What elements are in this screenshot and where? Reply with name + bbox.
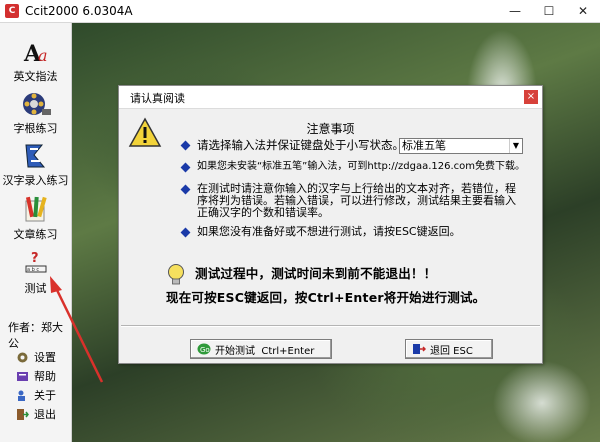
test-question-icon: ? a b c [25, 251, 46, 273]
svg-text:a b c: a b c [27, 267, 39, 273]
start-test-label: 开始测试 Ctrl+Enter [215, 345, 315, 357]
english-aa-icon: A a [23, 41, 48, 67]
menu-item-about[interactable]: 关于 [16, 387, 56, 403]
sidebar-item-label: 英文指法 [13, 70, 58, 83]
notice-dialog: 请认真阅读 × 注意事项 请选择输入法并保证键盘处于小写状态。 标准五笔 ▼ 如… [118, 85, 543, 364]
svg-text:?: ? [31, 251, 39, 266]
bullet-icon [180, 162, 191, 173]
menu-item-label: 退出 [34, 408, 56, 421]
chinese-input-icon [24, 144, 45, 168]
menu-item-exit[interactable]: 退出 [16, 406, 56, 422]
sidebar-item-chinese-input[interactable]: 汉字录入练习 [0, 141, 71, 188]
dialog-title: 请认真阅读 [130, 92, 185, 105]
start-icon: Go [197, 343, 211, 355]
warning-line-1: 测试过程中，测试时间未到前不能退出！！ [195, 266, 437, 281]
window-controls: — ☐ ✕ [498, 0, 600, 22]
minimize-button[interactable]: — [498, 0, 532, 22]
author-label: 作者：郑大公 [8, 321, 63, 350]
sidebar-item-test[interactable]: ? a b c 测试 [0, 249, 71, 296]
about-icon [18, 390, 25, 401]
menu-item-label: 帮助 [34, 370, 56, 383]
sidebar-item-article[interactable]: 文章练习 [0, 195, 71, 242]
sidebar-item-radical[interactable]: 字根练习 [0, 89, 71, 136]
warning-line-2: 现在可按ESC键返回，按Ctrl+Enter将开始进行测试。 [166, 290, 486, 305]
input-method-value: 标准五笔 [402, 139, 446, 152]
back-label: 退回 ESC [430, 345, 473, 357]
menu-item-help[interactable]: 帮助 [16, 368, 56, 384]
lightbulb-icon [168, 264, 184, 285]
bullet-icon [180, 227, 191, 238]
maximize-button[interactable]: ☐ [532, 0, 566, 22]
svg-text:a: a [38, 46, 48, 65]
menu-item-settings[interactable]: 设置 [16, 349, 56, 365]
notice-item: 在测试时请注意你输入的汉字与上行给出的文本对齐，若错位，程序将判为错误。若输入错… [197, 182, 516, 219]
close-button[interactable]: ✕ [566, 0, 600, 22]
film-reel-icon [22, 93, 51, 115]
sidebar-item-label: 文章练习 [13, 228, 58, 241]
sidebar-item-english[interactable]: A a 英文指法 [0, 37, 71, 84]
bullet-icon [180, 184, 191, 195]
pencils-icon [25, 196, 47, 222]
svg-text:Go: Go [200, 346, 210, 354]
help-book-icon [17, 371, 28, 381]
gear-icon [17, 352, 28, 362]
back-button[interactable]: 退回 ESC [405, 339, 493, 359]
sidebar-item-label: 字根练习 [13, 122, 58, 135]
sidebar-item-label: 汉字录入练习 [2, 174, 69, 187]
start-test-button[interactable]: Go 开始测试 Ctrl+Enter [190, 339, 332, 359]
back-door-icon [413, 344, 426, 354]
menu-item-label: 设置 [34, 351, 56, 364]
notice-item: 如果您没有准备好或不想进行测试，请按ESC键返回。 [197, 225, 461, 238]
window-title: Ccit2000 6.0304A [25, 4, 133, 18]
menu-item-label: 关于 [34, 389, 56, 402]
notice-item: 请选择输入法并保证键盘处于小写状态。 [197, 138, 404, 152]
app-icon: C [5, 4, 19, 18]
title-bar: C Ccit2000 6.0304A — ☐ ✕ [0, 0, 600, 23]
exit-icon [17, 408, 29, 420]
notice-item: 如果您未安装“标准五笔”输入法，可到http://zdgaa.126.com免费… [197, 161, 525, 172]
dialog-close-button[interactable]: × [524, 90, 538, 104]
dialog-divider [121, 325, 540, 327]
input-method-select[interactable]: 标准五笔 ▼ [399, 138, 523, 154]
bullet-icon [180, 140, 191, 151]
sidebar: A a 英文指法 字根练习 汉字录入练习 文章练习 ? a b c 测试 作者：… [0, 23, 72, 442]
chevron-down-icon[interactable]: ▼ [509, 139, 522, 153]
dialog-title-bar: 请认真阅读 × [119, 86, 542, 109]
sidebar-item-label: 测试 [24, 282, 47, 295]
notice-title: 注意事项 [306, 122, 355, 136]
